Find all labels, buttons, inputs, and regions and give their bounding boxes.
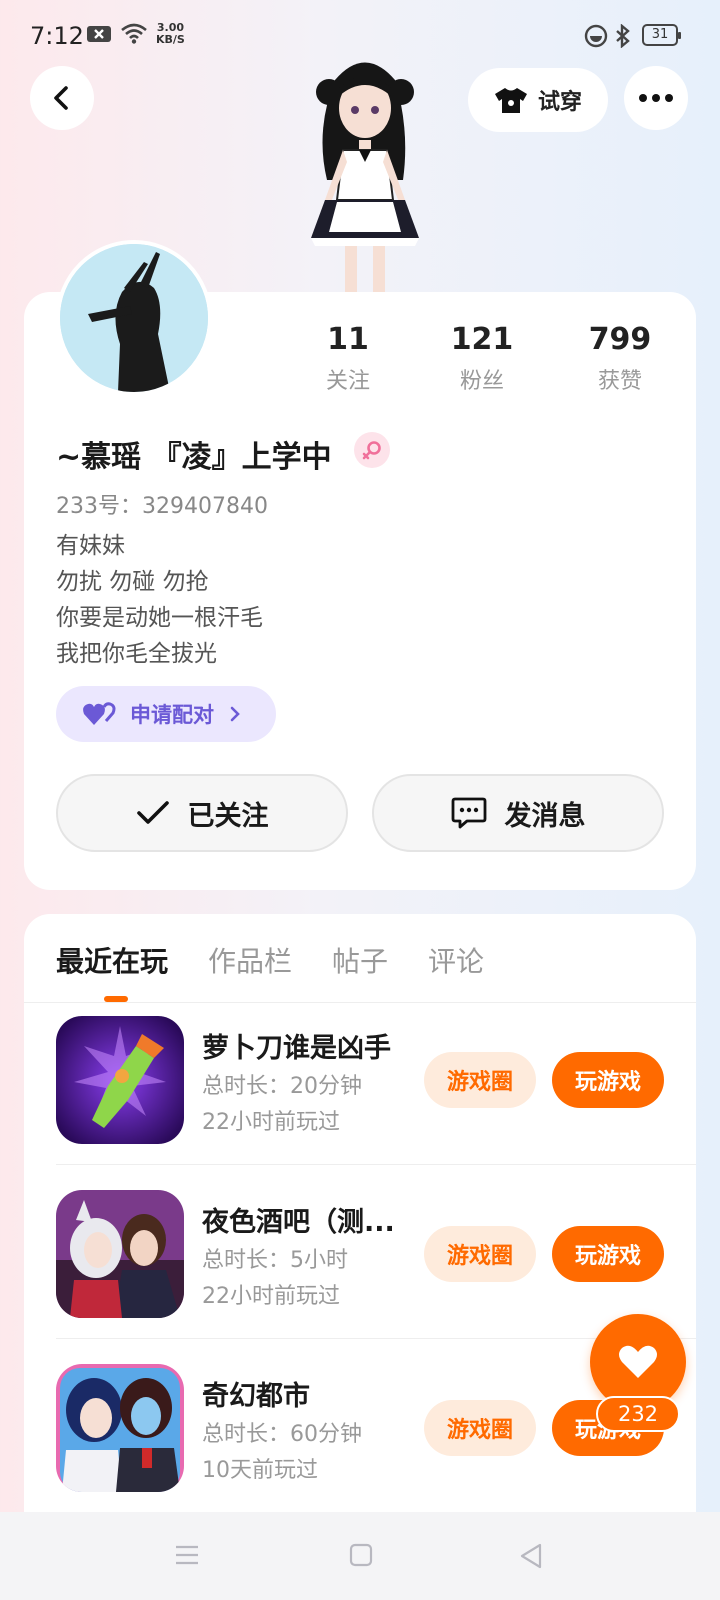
home-icon[interactable] bbox=[348, 1542, 374, 1572]
game-icon bbox=[56, 1364, 184, 1492]
game-playtime: 总时长：60分钟 bbox=[202, 1422, 362, 1447]
system-nav-bar bbox=[0, 1512, 720, 1600]
game-circle-button[interactable]: 游戏圈 bbox=[424, 1226, 536, 1282]
checkmark-icon bbox=[136, 801, 169, 824]
send-message-label: 发消息 bbox=[504, 800, 586, 832]
user-id: 233号：329407840 bbox=[56, 494, 268, 519]
game-last-played: 10天前玩过 bbox=[202, 1458, 318, 1483]
username: ~慕瑶 『凌』上学中 bbox=[56, 440, 332, 475]
tab-works[interactable]: 作品栏 bbox=[208, 940, 292, 980]
bio-line: 你要是动她一根汗毛 bbox=[56, 605, 263, 631]
tab-recently-played[interactable]: 最近在玩 bbox=[56, 940, 168, 980]
avatar[interactable] bbox=[56, 240, 212, 396]
followers-label: 粉丝 bbox=[459, 369, 504, 394]
pair-request-button[interactable]: 申请配对 bbox=[56, 686, 276, 742]
pair-request-label: 申请配对 bbox=[130, 703, 214, 727]
menu-icon[interactable] bbox=[174, 1542, 200, 1572]
play-game-button[interactable]: 玩游戏 bbox=[552, 1226, 664, 1282]
chevron-right-icon bbox=[230, 706, 240, 722]
game-row[interactable]: 奇幻都市 总时长：60分钟 10天前玩过 游戏圈 玩游戏 bbox=[56, 1364, 672, 1494]
tab-comments[interactable]: 评论 bbox=[428, 940, 484, 980]
following-stat[interactable]: 11 关注 bbox=[288, 322, 408, 395]
chat-bubble-icon bbox=[451, 797, 486, 829]
back-nav-icon[interactable] bbox=[518, 1542, 544, 1574]
followed-label: 已关注 bbox=[187, 800, 269, 832]
game-row[interactable]: 夜色酒吧（测... 总时长：5小时 22小时前玩过 游戏圈 玩游戏 bbox=[56, 1190, 672, 1320]
profile-tabs: 最近在玩 作品栏 帖子 评论 bbox=[56, 940, 484, 980]
game-playtime: 总时长：20分钟 bbox=[202, 1074, 362, 1099]
try-on-label: 试穿 bbox=[537, 90, 582, 115]
status-time: 7:12 bbox=[30, 22, 84, 50]
heart-icon bbox=[619, 1345, 657, 1378]
tab-posts[interactable]: 帖子 bbox=[332, 940, 388, 980]
likes-label: 获赞 bbox=[597, 369, 642, 394]
back-button[interactable] bbox=[30, 66, 94, 130]
game-icon bbox=[56, 1016, 184, 1144]
more-options-button[interactable] bbox=[624, 66, 688, 130]
game-circle-button[interactable]: 游戏圈 bbox=[424, 1400, 536, 1456]
game-name: 夜色酒吧（测... bbox=[202, 1207, 395, 1238]
bluetooth-icon bbox=[614, 23, 632, 52]
network-speed: 3.00 KB/S bbox=[156, 21, 185, 46]
followers-count: 121 bbox=[450, 322, 514, 357]
likes-count: 799 bbox=[588, 322, 652, 357]
hearts-icon bbox=[83, 702, 116, 725]
game-circle-button[interactable]: 游戏圈 bbox=[424, 1052, 536, 1108]
divider bbox=[56, 1164, 696, 1165]
try-on-button[interactable]: 试穿 bbox=[468, 68, 608, 132]
followed-button[interactable]: 已关注 bbox=[56, 774, 348, 852]
game-icon bbox=[56, 1190, 184, 1318]
game-name: 奇幻都市 bbox=[202, 1381, 310, 1412]
avatar-figure[interactable] bbox=[285, 50, 445, 295]
following-count: 11 bbox=[327, 322, 369, 357]
bio: 有妹妹 勿扰 勿碰 勿抢 你要是动她一根汗毛 我把你毛全拔光 bbox=[56, 528, 263, 672]
followers-stat[interactable]: 121 粉丝 bbox=[422, 322, 542, 395]
play-game-button[interactable]: 玩游戏 bbox=[552, 1052, 664, 1108]
following-label: 关注 bbox=[325, 369, 370, 394]
divider bbox=[24, 1002, 696, 1003]
notification-icon bbox=[86, 24, 112, 48]
game-playtime: 总时长：5小时 bbox=[202, 1248, 348, 1273]
game-row[interactable]: 萝卜刀谁是凶手 总时长：20分钟 22小时前玩过 游戏圈 玩游戏 bbox=[56, 1016, 672, 1146]
battery-indicator: 31 bbox=[642, 24, 681, 46]
wifi-icon bbox=[120, 22, 148, 48]
data-saver-icon bbox=[584, 24, 608, 52]
game-last-played: 22小时前玩过 bbox=[202, 1110, 340, 1135]
chevron-left-icon bbox=[54, 86, 68, 110]
send-message-button[interactable]: 发消息 bbox=[372, 774, 664, 852]
game-last-played: 22小时前玩过 bbox=[202, 1284, 340, 1309]
bio-line: 有妹妹 bbox=[56, 533, 125, 559]
game-name: 萝卜刀谁是凶手 bbox=[202, 1033, 391, 1064]
tshirt-icon bbox=[494, 88, 527, 113]
likes-stat[interactable]: 799 获赞 bbox=[560, 322, 680, 395]
more-icon bbox=[639, 94, 673, 102]
bio-line: 我把你毛全拔光 bbox=[56, 641, 217, 667]
female-icon bbox=[354, 432, 390, 468]
like-count: 232 bbox=[596, 1396, 680, 1432]
bio-line: 勿扰 勿碰 勿抢 bbox=[56, 569, 209, 595]
